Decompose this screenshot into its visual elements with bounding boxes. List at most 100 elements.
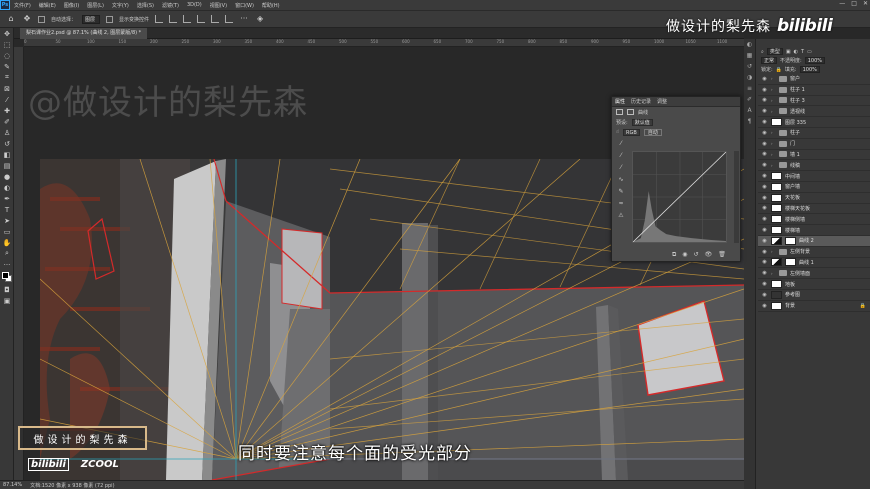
- tab-history[interactable]: 历史记录: [631, 98, 651, 105]
- view-previous-icon[interactable]: ◉: [682, 251, 687, 259]
- layer-row[interactable]: ◉ 地板: [758, 279, 870, 290]
- zoom-level[interactable]: 87.14%: [3, 482, 22, 488]
- layer-row[interactable]: ◉ 图层 335: [758, 117, 870, 128]
- filter-pixel-icon[interactable]: ▣: [786, 49, 791, 55]
- pen-tool-icon[interactable]: ✒: [0, 193, 14, 204]
- menu-filter[interactable]: 滤镜(T): [158, 2, 183, 9]
- maximize-button[interactable]: □: [851, 0, 857, 7]
- lasso-tool-icon[interactable]: ◌: [0, 50, 14, 61]
- tab-properties[interactable]: 属性: [615, 98, 625, 105]
- more-tools-icon[interactable]: ···: [0, 259, 14, 270]
- expand-caret-icon[interactable]: ›: [771, 76, 776, 81]
- expand-caret-icon[interactable]: ›: [771, 163, 776, 168]
- layer-row[interactable]: ◉ › 窗户: [758, 74, 870, 85]
- mask-icon[interactable]: [627, 109, 634, 115]
- hand-tool-icon[interactable]: ✋: [0, 237, 14, 248]
- dodge-tool-icon[interactable]: ◐: [0, 182, 14, 193]
- layer-row[interactable]: ◉ › 线稿: [758, 160, 870, 172]
- eye-icon[interactable]: ◉: [761, 173, 768, 179]
- 3d-mode-icon[interactable]: ◈: [255, 14, 265, 24]
- layer-row[interactable]: ◉ 参考图: [758, 290, 870, 301]
- fill-input[interactable]: 100%: [799, 66, 820, 73]
- eye-icon[interactable]: ◉: [761, 151, 768, 157]
- blend-mode-dropdown[interactable]: 正常: [761, 57, 778, 64]
- expand-caret-icon[interactable]: ›: [771, 87, 776, 92]
- layer-row[interactable]: ◉ 楼梯侧墙: [758, 214, 870, 226]
- clip-to-layer-icon[interactable]: ⧉: [672, 251, 676, 259]
- home-icon[interactable]: ⌂: [6, 14, 16, 24]
- paragraph-panel-icon[interactable]: ¶: [744, 116, 755, 127]
- brush-tool-icon[interactable]: ✐: [0, 116, 14, 127]
- marquee-tool-icon[interactable]: ⬚: [0, 39, 14, 50]
- preset-dropdown[interactable]: 默认值: [631, 118, 653, 126]
- layer-row[interactable]: ◉ 曲线 2: [758, 235, 870, 247]
- curves-adjust-icon[interactable]: [616, 109, 623, 115]
- layer-mask-thumbnail[interactable]: [785, 236, 796, 245]
- eye-icon[interactable]: ◉: [761, 108, 768, 114]
- healing-brush-icon[interactable]: ✚: [0, 105, 14, 116]
- close-button[interactable]: ✕: [863, 0, 868, 7]
- menu-window[interactable]: 窗口(W): [231, 2, 258, 9]
- more-icon[interactable]: ···: [239, 14, 249, 24]
- move-tool-icon[interactable]: ✥: [0, 28, 14, 39]
- eye-icon[interactable]: ◉: [761, 292, 768, 298]
- eye-icon[interactable]: ◉: [761, 130, 768, 136]
- reset-icon[interactable]: ↺: [694, 251, 699, 259]
- black-point-eyedropper-icon[interactable]: ⁄: [616, 140, 626, 147]
- brush-panel-icon[interactable]: ✐: [744, 94, 755, 105]
- channel-dropdown[interactable]: RGB: [623, 128, 640, 136]
- layer-row[interactable]: ◉ › 左侧背景: [758, 247, 870, 258]
- quick-mask-icon[interactable]: ◘: [0, 284, 14, 295]
- layer-row[interactable]: ◉ › 左侧墙面: [758, 268, 870, 280]
- delete-icon[interactable]: 🗑: [718, 251, 726, 259]
- expand-caret-icon[interactable]: ›: [771, 109, 776, 114]
- auto-select-dropdown[interactable]: 图层: [82, 14, 101, 24]
- menu-help[interactable]: 帮助(H): [258, 2, 284, 9]
- menu-type[interactable]: 文字(Y): [108, 2, 133, 9]
- menu-image[interactable]: 图像(I): [60, 2, 83, 9]
- menu-view[interactable]: 视图(V): [206, 2, 231, 9]
- eye-icon[interactable]: ◉: [761, 249, 768, 255]
- layer-row[interactable]: ◉ › 柱子 1: [758, 85, 870, 96]
- layer-row[interactable]: ◉ 楼梯天花板: [758, 204, 870, 215]
- align-right-icon[interactable]: [183, 15, 192, 23]
- auto-select-checkbox[interactable]: [38, 15, 45, 23]
- align-middle-icon[interactable]: [211, 15, 220, 23]
- zoom-tool-icon[interactable]: ⌕: [0, 248, 14, 259]
- properties-panel-icon[interactable]: ≡: [744, 83, 755, 94]
- expand-caret-icon[interactable]: ›: [771, 141, 776, 146]
- layer-row[interactable]: ◉ › 柱子: [758, 128, 870, 139]
- layer-mask-thumbnail[interactable]: [785, 258, 796, 267]
- expand-caret-icon[interactable]: ›: [771, 152, 776, 157]
- eye-icon[interactable]: ◉: [761, 76, 768, 82]
- eye-icon[interactable]: ◉: [761, 97, 768, 103]
- layer-row[interactable]: ◉ 楼梯墙: [758, 225, 870, 236]
- filter-shape-icon[interactable]: ▭: [807, 49, 812, 55]
- screen-mode-icon[interactable]: ▣: [0, 295, 14, 306]
- white-point-eyedropper-icon[interactable]: ⁄: [616, 164, 626, 171]
- eye-icon[interactable]: ◉: [761, 162, 768, 168]
- visibility-icon[interactable]: 👁: [705, 251, 713, 259]
- eye-icon[interactable]: ◉: [761, 303, 768, 309]
- layer-row[interactable]: ◉ › 墙 1: [758, 150, 870, 161]
- filter-type-icon[interactable]: T: [801, 49, 804, 55]
- quick-select-tool-icon[interactable]: ✎: [0, 61, 14, 72]
- expand-caret-icon[interactable]: ›: [771, 130, 776, 135]
- eye-icon[interactable]: ◉: [761, 281, 768, 287]
- swatches-panel-icon[interactable]: ▦: [744, 50, 755, 61]
- layer-row[interactable]: ◉ › 柱子 3: [758, 96, 870, 107]
- path-select-icon[interactable]: ➤: [0, 215, 14, 226]
- eye-icon[interactable]: ◉: [761, 119, 768, 125]
- menu-select[interactable]: 选择(S): [133, 2, 158, 9]
- target-adjust-icon[interactable]: ☝: [616, 129, 619, 135]
- color-panel-icon[interactable]: ◐: [744, 39, 755, 50]
- menu-layer[interactable]: 图层(L): [83, 2, 108, 9]
- layer-row[interactable]: ◉ 中间墙: [758, 171, 870, 182]
- blur-tool-icon[interactable]: ●: [0, 171, 14, 182]
- layer-row[interactable]: ◉ 窗户墙: [758, 182, 870, 193]
- expand-caret-icon[interactable]: ›: [771, 98, 776, 103]
- expand-caret-icon[interactable]: ›: [771, 249, 776, 254]
- eye-icon[interactable]: ◉: [761, 87, 768, 93]
- gray-point-eyedropper-icon[interactable]: ⁄: [616, 152, 626, 159]
- menu-file[interactable]: 文件(F): [10, 2, 35, 9]
